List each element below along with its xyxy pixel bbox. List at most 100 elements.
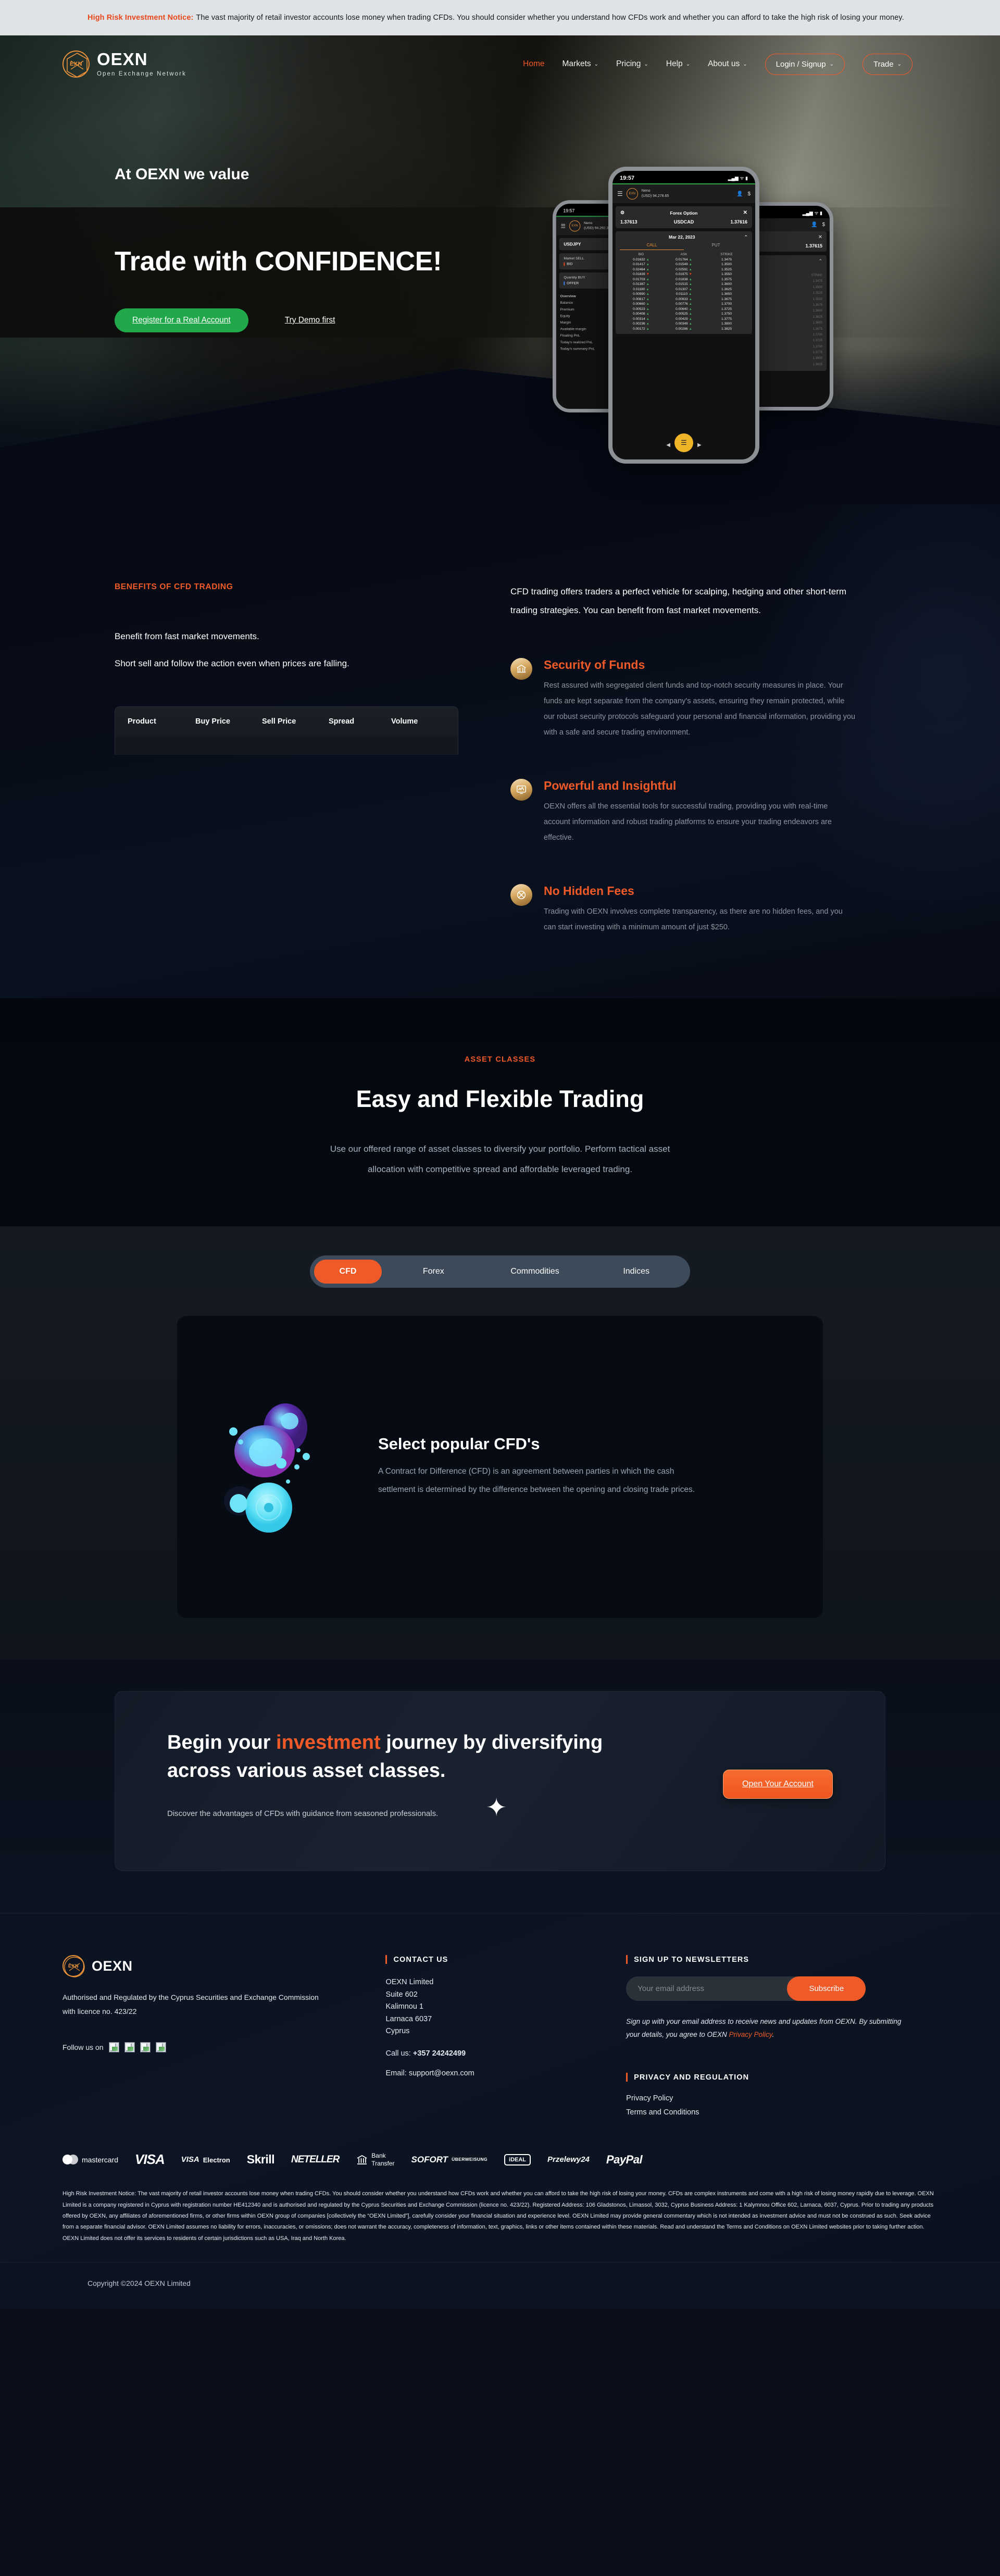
- open-your-account-button[interactable]: Open Your Account: [723, 1770, 833, 1799]
- mastercard-circles: [63, 2155, 78, 2165]
- email-input[interactable]: [626, 1976, 801, 2001]
- nav-item-home-label: Home: [523, 59, 545, 68]
- feature-powerful-insightful: Powerful and Insightful OEXN offers all …: [510, 779, 885, 845]
- quote-col-spread: Spread: [329, 717, 355, 726]
- phone-fab-button[interactable]: ☰: [674, 433, 693, 452]
- footer-newsletter-column: SIGN UP TO NEWSLETTERS Subscribe Sign up…: [626, 1955, 938, 2122]
- payment-methods-row: mastercard VISA VISA Electron Skrill NETE…: [63, 2151, 938, 2168]
- footer-address-line: Cyprus: [385, 2027, 410, 2036]
- footer-phone-number[interactable]: +357 24242499: [413, 2049, 466, 2058]
- feature-security-text: Security of Funds Rest assured with segr…: [544, 658, 856, 740]
- quote-table: Product Buy Price Sell Price Spread Volu…: [115, 706, 458, 755]
- nav-item-about-us[interactable]: About us ⌄: [708, 59, 747, 69]
- przelewy24-icon: Przelewy24: [547, 2155, 590, 2164]
- asset-classes-kicker: ASSET CLASSES: [464, 1055, 536, 1064]
- nav-item-home[interactable]: Home: [523, 59, 544, 69]
- benefits-right-column: CFD trading offers traders a perfect veh…: [510, 582, 885, 936]
- asset-panel-cfd: Select popular CFD's A Contract for Diff…: [177, 1316, 823, 1619]
- cta-card: Begin your investment journey by diversi…: [115, 1691, 885, 1872]
- bank-transfer-icon: Bank Transfer: [356, 2152, 395, 2167]
- try-demo-link[interactable]: Try Demo first: [285, 316, 335, 325]
- chevron-down-icon: ⌄: [897, 61, 902, 67]
- hero-kicker: At OEXN we value: [115, 166, 249, 183]
- tab-commodities[interactable]: Commodities: [485, 1260, 585, 1284]
- footer-privacy-links: Privacy Policy Terms and Conditions: [626, 2094, 938, 2117]
- oexn-hexagon-icon: EXN: [63, 51, 90, 78]
- cta-title-accent: investment: [276, 1732, 381, 1754]
- quote-col-volume: Volume: [391, 717, 418, 726]
- brand-logo[interactable]: EXN OEXN Open Exchange Network: [63, 51, 186, 78]
- nav-item-about-label: About us: [708, 59, 740, 68]
- instagram-icon[interactable]: [155, 2042, 166, 2052]
- nav-item-pricing-label: Pricing: [616, 59, 641, 68]
- footer-address-line: OEXN Limited: [385, 1978, 434, 1987]
- footer-brand-mark-text: EXN: [68, 1963, 79, 1969]
- benefits-line-2: Short sell and follow the action even wh…: [115, 658, 349, 668]
- login-signup-button[interactable]: Login / Signup ⌄: [765, 53, 845, 75]
- footer-brand[interactable]: EXN OEXN: [63, 1955, 354, 1977]
- quote-col-buy-price: Buy Price: [195, 717, 230, 726]
- next-arrow-icon[interactable]: ▶: [697, 442, 702, 448]
- asset-tabs: CFD Forex Commodities Indices: [310, 1255, 690, 1288]
- brand-text: OEXN Open Exchange Network: [97, 51, 186, 78]
- cfd-bubbles-illustration: [224, 1394, 354, 1540]
- feature-nofees-body: Trading with OEXN involves complete tran…: [544, 907, 843, 932]
- footer-email-label: Email:: [385, 2069, 409, 2077]
- cta-section: Begin your investment journey by diversi…: [0, 1660, 1000, 1913]
- footer-copyright: Copyright ©2024 OEXN Limited: [0, 2262, 1000, 2309]
- footer-link-terms-conditions[interactable]: Terms and Conditions: [626, 2108, 938, 2117]
- quote-col-product: Product: [128, 717, 156, 726]
- tab-indices[interactable]: Indices: [586, 1260, 686, 1284]
- brand-name: OEXN: [97, 49, 148, 69]
- feature-security-body: Rest assured with segregated client fund…: [544, 681, 856, 737]
- asset-panel-text: Select popular CFD's A Contract for Diff…: [378, 1435, 701, 1499]
- feature-security-title: Security of Funds: [544, 658, 645, 672]
- newsletter-note: Sign up with your email address to recei…: [626, 2015, 907, 2042]
- facebook-icon[interactable]: [108, 2042, 119, 2052]
- tab-cfd[interactable]: CFD: [314, 1260, 382, 1284]
- subscribe-button[interactable]: Subscribe: [787, 1976, 866, 2001]
- asset-tabs-wrapper: CFD Forex Commodities Indices Select pop…: [0, 1226, 1000, 1660]
- page-root: High Risk Investment Notice: The vast ma…: [0, 0, 1000, 2309]
- benefits-kicker: BENEFITS OF CFD TRADING: [115, 582, 233, 591]
- nav-item-help[interactable]: Help ⌄: [666, 59, 690, 69]
- monitor-chart-icon: [510, 779, 532, 801]
- linkedin-icon[interactable]: [140, 2042, 151, 2052]
- ideal-icon: iDEAL: [504, 2154, 531, 2166]
- sofort-icon: SOFORT ÜBERWEISUNG: [411, 2154, 488, 2164]
- footer-email-row: Email: support@oexn.com: [385, 2069, 595, 2077]
- prev-arrow-icon[interactable]: ◀: [666, 442, 670, 448]
- cta-subtitle: Discover the advantages of CFDs with gui…: [167, 1809, 439, 1818]
- privacy-policy-link[interactable]: Privacy Policy: [729, 2031, 772, 2038]
- asset-classes-title: Easy and Flexible Trading: [356, 1085, 644, 1112]
- footer-call-label: Call us:: [385, 2049, 413, 2058]
- chevron-down-icon: ⌄: [644, 61, 648, 67]
- footer-follow-row: Follow us on: [63, 2042, 354, 2052]
- feature-security-of-funds: Security of Funds Rest assured with segr…: [510, 658, 885, 740]
- tab-forex[interactable]: Forex: [384, 1260, 483, 1284]
- footer-privacy-heading: PRIVACY AND REGULATION: [626, 2073, 938, 2082]
- benefits-line-1: Benefit from fast market movements.: [115, 631, 259, 641]
- footer-newsletter-heading: SIGN UP TO NEWSLETTERS: [626, 1955, 938, 1964]
- feature-no-hidden-fees: No Hidden Fees Trading with OEXN involve…: [510, 884, 885, 935]
- nav-item-help-label: Help: [666, 59, 683, 68]
- nav-item-pricing[interactable]: Pricing ⌄: [616, 59, 648, 69]
- newsletter-form: Subscribe: [626, 1976, 866, 2001]
- trade-label: Trade: [873, 59, 894, 69]
- nav-item-markets[interactable]: Markets ⌄: [562, 59, 599, 69]
- register-real-account-button[interactable]: Register for a Real Account: [115, 308, 248, 332]
- twitter-icon[interactable]: [124, 2042, 135, 2052]
- footer-address: OEXN Limited Suite 602 Kalimnou 1 Larnac…: [385, 1976, 595, 2037]
- mastercard-label: mastercard: [82, 2155, 119, 2164]
- paypal-icon: PayPal: [606, 2152, 643, 2166]
- hero-content: At OEXN we value Trade with CONFIDENCE! …: [0, 93, 1000, 332]
- footer-phone-row: Call us: +357 24242499: [385, 2049, 595, 2058]
- benefits-left-column: BENEFITS OF CFD TRADING Benefit from fas…: [115, 582, 479, 936]
- footer-email-address[interactable]: support@oexn.com: [409, 2069, 474, 2077]
- quote-col-sell-price: Sell Price: [262, 717, 296, 726]
- quote-table-header: Product Buy Price Sell Price Spread Volu…: [115, 707, 458, 736]
- footer-contact-column: CONTACT US OEXN Limited Suite 602 Kalimn…: [385, 1955, 595, 2122]
- trade-button[interactable]: Trade ⌄: [862, 53, 913, 75]
- benefits-section: BENEFITS OF CFD TRADING Benefit from fas…: [0, 504, 1000, 998]
- footer-link-privacy-policy[interactable]: Privacy Policy: [626, 2094, 938, 2102]
